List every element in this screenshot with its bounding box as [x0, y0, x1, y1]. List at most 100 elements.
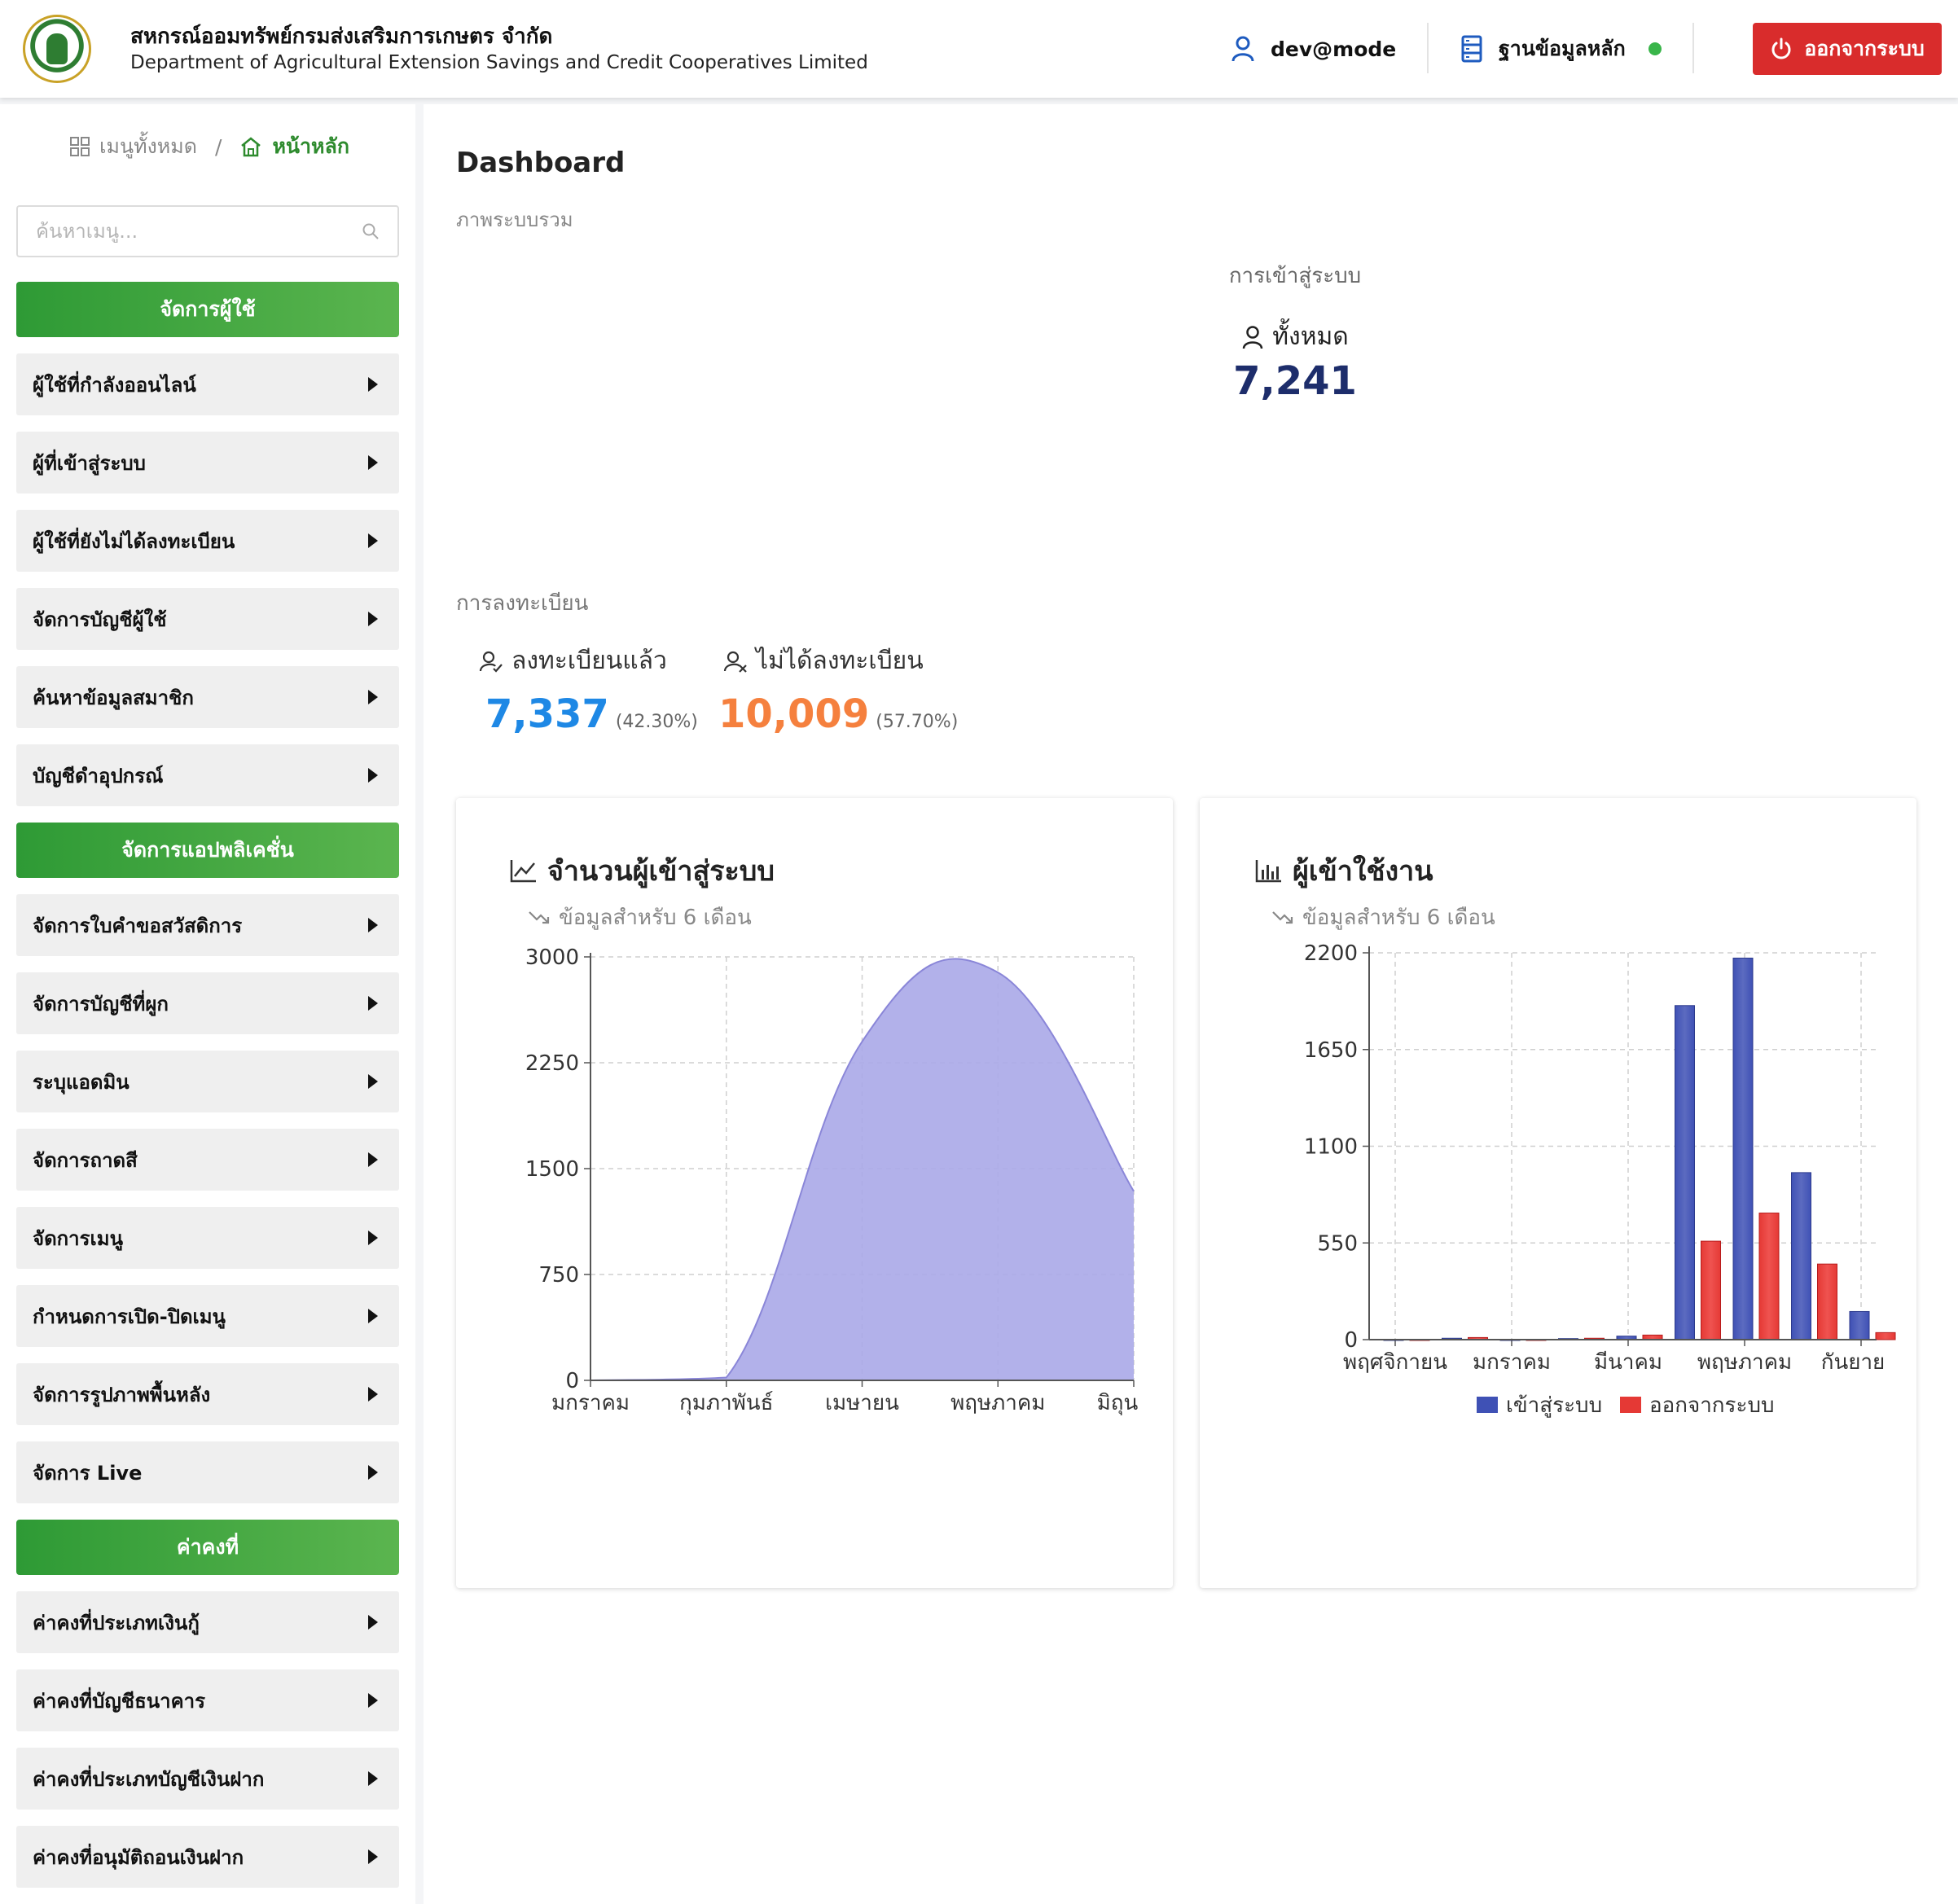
sidebar-menu: จัดการผู้ใช้ ผู้ใช้ที่กำลังออนไลน์ ผู้ที… [16, 282, 399, 1904]
sidebar-item-menu-schedule[interactable]: กำหนดการเปิด-ปิดเมนู [16, 1285, 399, 1347]
sidebar-item-online-users[interactable]: ผู้ใช้ที่กำลังออนไลน์ [16, 353, 399, 415]
database-status-dot [1648, 42, 1662, 55]
x-tick-label: มีนาคม [1594, 1350, 1662, 1375]
sidebar-item-admins[interactable]: ระบุแอดมิน [16, 1051, 399, 1112]
sidebar-item-bound-accounts[interactable]: จัดการบัญชีที่ผูก [16, 972, 399, 1034]
trend-down-icon [1272, 910, 1293, 923]
logout-button[interactable]: ออกจากระบบ [1753, 23, 1942, 75]
sidebar-item-label: จัดการ Live [33, 1461, 143, 1485]
login-total-label: ทั้งหมด [1189, 318, 1401, 356]
caret-right-icon [368, 533, 378, 548]
sidebar-item-menus[interactable]: จัดการเมนู [16, 1207, 399, 1269]
bar [1849, 1310, 1870, 1340]
sidebar-item-logged-in-users[interactable]: ผู้ที่เข้าสู่ระบบ [16, 432, 399, 494]
login-total-value: 7,241 [1233, 358, 1357, 404]
card-subtitle: ข้อมูลสำหรับ 6 เดือน [528, 901, 752, 934]
main-content: Dashboard ภาพระบบรวม การเข้าสู่ระบบ ทั้ง… [424, 104, 1958, 1904]
registered-label: ลงทะเบียนแล้ว [511, 647, 667, 675]
user-icon [1231, 36, 1254, 62]
card-title: จำนวนผู้เข้าสู่ระบบ [510, 849, 775, 893]
sidebar-item-withdraw-approval[interactable]: ค่าคงที่อนุมัติถอนเงินฝาก [16, 1826, 399, 1888]
login-section-label: การเข้าสู่ระบบ [1228, 264, 1362, 288]
card-title-text: จำนวนผู้เข้าสู่ระบบ [547, 855, 775, 888]
legend-swatch [1477, 1397, 1498, 1413]
page-subtitle: ภาพระบบรวม [456, 208, 573, 231]
database-icon [1461, 35, 1482, 63]
x-tick-label: เมษายน [825, 1391, 899, 1415]
sidebar-item-label: จัดการถาดสี [33, 1148, 138, 1172]
caret-right-icon [368, 455, 378, 470]
caret-right-icon [368, 377, 378, 392]
registered-value: 7,337 [485, 691, 609, 737]
breadcrumb-home[interactable]: หน้าหลัก [272, 130, 349, 163]
registration-section-label: การลงทะเบียน [456, 591, 589, 616]
caret-right-icon [368, 1387, 378, 1402]
top-header: สหกรณ์ออมทรัพย์กรมส่งเสริมการเกษตร จำกัด… [0, 0, 1958, 98]
unregistered-percent: (57.70%) [876, 712, 959, 732]
card-title-text: ผู้เข้าใช้งาน [1293, 855, 1433, 888]
database-selector[interactable]: ฐานข้อมูลหลัก [1461, 31, 1662, 67]
x-tick-label: มกราคม [551, 1391, 630, 1415]
caret-right-icon [368, 690, 378, 704]
sidebar-item-unregistered-users[interactable]: ผู้ใช้ที่ยังไม่ได้ลงทะเบียน [16, 510, 399, 572]
sidebar-item-label: ผู้ใช้ที่กำลังออนไลน์ [33, 373, 196, 397]
sidebar-item-loan-types[interactable]: ค่าคงที่ประเภทเงินกู้ [16, 1591, 399, 1653]
active-users-card: 0 550 1100 1650 2200 พฤศจิกายน มกราคม มีนาคม พฤษ… [1200, 798, 1916, 1588]
legend-swatch [1620, 1397, 1641, 1413]
caret-right-icon [368, 1693, 378, 1708]
sidebar-item-member-search[interactable]: ค้นหาข้อมูลสมาชิก [16, 666, 399, 728]
coop-logo [23, 15, 91, 83]
sidebar-item-background-images[interactable]: จัดการรูปภาพพื้นหลัง [16, 1363, 399, 1425]
sidebar-item-welfare-requests[interactable]: จัดการใบคำขอสวัสดิการ [16, 894, 399, 956]
menu-search-input[interactable] [36, 220, 362, 243]
sidebar-item-user-accounts[interactable]: จัดการบัญชีผู้ใช้ [16, 588, 399, 650]
y-tick-label: 3000 [525, 945, 579, 970]
bar [1875, 1331, 1896, 1340]
caret-right-icon [368, 996, 378, 1011]
bar [1758, 1213, 1780, 1340]
sidebar-item-device-blacklist[interactable]: บัญชีดำอุปกรณ์ [16, 744, 399, 806]
caret-right-icon [368, 1309, 378, 1323]
y-tick-label: 750 [538, 1263, 579, 1288]
user-menu[interactable]: dev@mode [1231, 31, 1396, 67]
sidebar-item-label: ค่าคงที่อนุมัติถอนเงินฝาก [33, 1845, 244, 1869]
logout-label: ออกจากระบบ [1804, 37, 1925, 60]
search-icon[interactable] [362, 222, 380, 240]
section-header-app-management[interactable]: จัดการแอปพลิเคชั่น [16, 823, 399, 878]
trend-down-icon [529, 910, 550, 923]
section-header-constants[interactable]: ค่าคงที่ [16, 1520, 399, 1575]
database-name: ฐานข้อมูลหลัก [1499, 37, 1626, 60]
login-count-card: 0 750 1500 2250 3000 มกราคม กุมภาพันธ์ เมษายน พฤ… [456, 798, 1173, 1588]
sidebar-item-bank-accounts[interactable]: ค่าคงที่บัญชีธนาคาร [16, 1669, 399, 1731]
sidebar-item-label: ค่าคงที่บัญชีธนาคาร [33, 1689, 206, 1713]
sidebar-item-live[interactable]: จัดการ Live [16, 1441, 399, 1503]
sidebar: เมนูทั้งหมด / หน้าหลัก จัดการผู้ใช้ ผู้ใ… [0, 104, 415, 1904]
user-icon [1243, 325, 1263, 349]
home-icon [241, 137, 261, 157]
sidebar-item-label: จัดการเมนู [33, 1226, 123, 1250]
user-check-icon [479, 651, 503, 673]
legend-label: เข้าสู่ระบบ [1506, 1393, 1602, 1418]
sidebar-item-label: จัดการรูปภาพพื้นหลัง [33, 1383, 211, 1406]
power-icon [1771, 37, 1791, 59]
sidebar-item-color-palette[interactable]: จัดการถาดสี [16, 1129, 399, 1191]
x-tick-label: พฤษภาคม [1697, 1350, 1792, 1375]
sidebar-item-label: กำหนดการเปิด-ปิดเมนู [33, 1305, 226, 1328]
y-tick-label: 2200 [1304, 941, 1358, 966]
breadcrumb-separator: / [215, 134, 222, 159]
sidebar-item-label: ค่าคงที่ประเภทบัญชีเงินฝาก [33, 1767, 265, 1791]
x-tick-label: พฤศจิกายน [1343, 1350, 1447, 1375]
user-name: dev@mode [1271, 37, 1397, 61]
breadcrumb-all-menus[interactable]: เมนูทั้งหมด [99, 130, 197, 163]
menu-search-box[interactable] [16, 205, 399, 257]
logo-emblem [46, 33, 68, 64]
registered-percent: (42.30%) [615, 712, 698, 732]
sidebar-item-deposit-types[interactable]: ค่าคงที่ประเภทบัญชีเงินฝาก [16, 1748, 399, 1810]
y-tick-label: 550 [1317, 1231, 1358, 1256]
card-subtitle-text: ข้อมูลสำหรับ 6 เดือน [1302, 906, 1495, 930]
sidebar-item-label: ระบุแอดมิน [33, 1070, 130, 1094]
bar [1791, 1172, 1811, 1340]
caret-right-icon [368, 1771, 378, 1786]
x-tick-label: มิถุน [1097, 1391, 1139, 1415]
section-header-user-management[interactable]: จัดการผู้ใช้ [16, 282, 399, 337]
